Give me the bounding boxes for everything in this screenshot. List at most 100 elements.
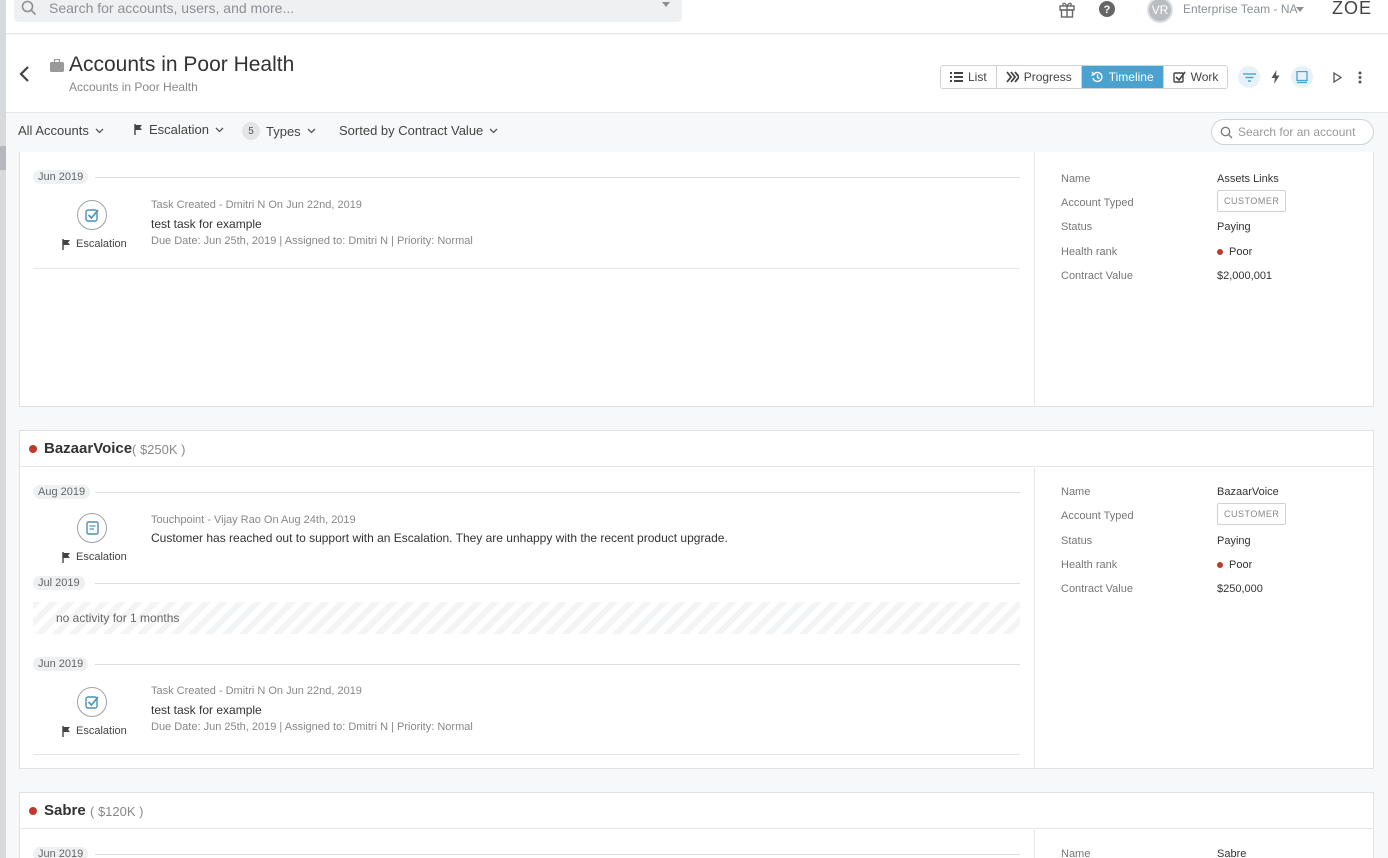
account-timeline: Jun 2019 Escalation Task Created - Dmitr… (20, 152, 1034, 405)
name-value: Assets Links (1217, 173, 1279, 185)
contract-value-label: Contract Value (1061, 583, 1133, 595)
account-name[interactable]: Sabre (44, 802, 86, 819)
month-divider: Aug 2019 (33, 485, 1020, 499)
help-icon[interactable]: ? (1098, 0, 1116, 18)
more-menu-button[interactable] (1352, 68, 1368, 86)
view-list-button[interactable]: List (941, 66, 997, 88)
escalation-tag: Escalation (62, 725, 127, 737)
flag-icon (62, 725, 70, 737)
entry-body: Customer has reached out to support with… (151, 531, 728, 545)
month-divider: Jul 2019 (33, 576, 1020, 590)
contract-value: $2,000,001 (1217, 270, 1273, 282)
timeline-entry[interactable]: Escalation Touchpoint - Vijay Rao On Aug… (33, 513, 1020, 569)
escalation-tag: Escalation (62, 551, 127, 563)
health-rank-label: Health rank (1061, 246, 1118, 258)
escalation-filter-label: Escalation (149, 122, 209, 137)
brand-label: ZOE (1332, 0, 1373, 18)
status-value: Paying (1217, 221, 1251, 233)
search-icon (21, 0, 37, 16)
month-line (95, 664, 1020, 665)
account-search[interactable] (1211, 119, 1374, 145)
top-bar: Search for accounts, users, and more... … (6, 0, 1388, 34)
account-name[interactable]: BazaarVoice (44, 440, 132, 457)
types-filter-label: Types (266, 123, 301, 139)
escalation-filter[interactable]: Escalation (134, 122, 224, 137)
view-progress-label: Progress (1023, 70, 1072, 84)
view-timeline-label: Timeline (1108, 70, 1154, 84)
lightning-icon (1271, 70, 1279, 84)
gift-icon[interactable] (1058, 0, 1076, 18)
month-label: Jun 2019 (33, 847, 89, 858)
account-timeline: Jun 2019 (20, 830, 1034, 858)
health-rank-value: Poor (1217, 246, 1252, 258)
entry-meta: Touchpoint - Vijay Rao On Aug 24th, 2019 (151, 514, 356, 526)
health-rank-value: Poor (1217, 559, 1252, 571)
escalation-tag-label: Escalation (76, 551, 127, 563)
team-switcher[interactable]: Enterprise Team - NA (1183, 2, 1298, 16)
health-rank-text: Poor (1229, 559, 1253, 571)
note-icon (77, 513, 107, 543)
health-dot (29, 445, 37, 453)
account-value: ( $250K ) (132, 442, 186, 457)
month-label: Jun 2019 (33, 170, 89, 184)
account-type-label: Account Typed (1061, 510, 1134, 522)
escalation-tag: Escalation (62, 238, 127, 250)
svg-text:?: ? (1104, 4, 1111, 16)
month-line (95, 177, 1020, 178)
back-arrow-icon[interactable] (18, 65, 32, 83)
status-value: Paying (1217, 535, 1251, 547)
account-value: ( $120K ) (90, 804, 144, 819)
search-dropdown-icon[interactable] (662, 2, 670, 7)
account-card-header[interactable]: BazaarVoice ( $250K ) (20, 431, 1373, 467)
name-label: Name (1061, 848, 1091, 858)
page-title: Accounts in Poor Health (69, 53, 295, 76)
view-progress-button[interactable]: Progress (996, 66, 1082, 88)
types-filter[interactable]: 5 Types (242, 122, 316, 140)
account-search-input[interactable] (1238, 123, 1368, 141)
bolt-button[interactable] (1267, 68, 1283, 86)
panel-toggle-button[interactable] (1291, 66, 1313, 88)
chevron-down-icon (95, 128, 104, 133)
chevron-down-icon (215, 127, 224, 132)
timeline-entry[interactable]: Escalation Task Created - Dmitri N On Ju… (33, 685, 1020, 757)
entry-body: test task for example (151, 703, 262, 717)
flag-icon (134, 124, 142, 135)
name-value: Sabre (1217, 848, 1247, 858)
play-button[interactable] (1329, 68, 1345, 86)
account-card: Sabre ( $120K ) Jun 2019 Name Sabre (19, 792, 1374, 858)
filter-bar: All Accounts Escalation 5 Types Sorted b… (6, 116, 1388, 148)
page-subtitle: Accounts in Poor Health (69, 80, 198, 94)
entry-details: Due Date: Jun 25th, 2019 | Assigned to: … (151, 721, 473, 733)
panel-icon (1296, 70, 1308, 83)
account-type-label: Account Typed (1061, 197, 1134, 209)
filter-button[interactable] (1238, 66, 1260, 88)
flag-icon (62, 551, 70, 563)
status-label: Status (1061, 535, 1093, 547)
timeline-entry[interactable]: Escalation Task Created - Dmitri N On Ju… (33, 199, 1020, 270)
month-divider: Jun 2019 (33, 170, 1020, 184)
avatar[interactable]: VR (1147, 0, 1173, 23)
sort-dropdown[interactable]: Sorted by Contract Value (339, 123, 498, 138)
view-timeline-button[interactable]: Timeline (1081, 66, 1164, 88)
account-type-tag: CUSTOMER (1217, 503, 1287, 525)
flag-icon (62, 238, 70, 250)
status-label: Status (1061, 221, 1093, 233)
account-card-header[interactable]: Sabre ( $120K ) (20, 793, 1373, 829)
chevron-down-icon (307, 128, 316, 134)
global-search-input[interactable]: Search for accounts, users, and more... (49, 0, 294, 16)
name-label: Name (1061, 486, 1091, 498)
health-dot (1217, 562, 1223, 568)
view-switcher: List Progress Timeline Work (940, 65, 1229, 89)
view-work-button[interactable]: Work (1163, 66, 1228, 88)
kebab-icon (1358, 71, 1362, 83)
filter-lines-icon (1242, 72, 1256, 82)
global-search[interactable]: Search for accounts, users, and more... (14, 0, 682, 22)
account-details: Name BazaarVoice Account Typed CUSTOMER … (1034, 468, 1373, 768)
accounts-filter[interactable]: All Accounts (18, 123, 104, 138)
no-activity-text: no activity for 1 months (56, 611, 180, 625)
team-dropdown-icon[interactable] (1296, 7, 1304, 12)
types-count-badge: 5 (242, 122, 260, 140)
entry-meta: Task Created - Dmitri N On Jun 22nd, 201… (151, 199, 362, 211)
account-details: Name Sabre (1034, 830, 1373, 858)
month-line (95, 854, 1020, 855)
